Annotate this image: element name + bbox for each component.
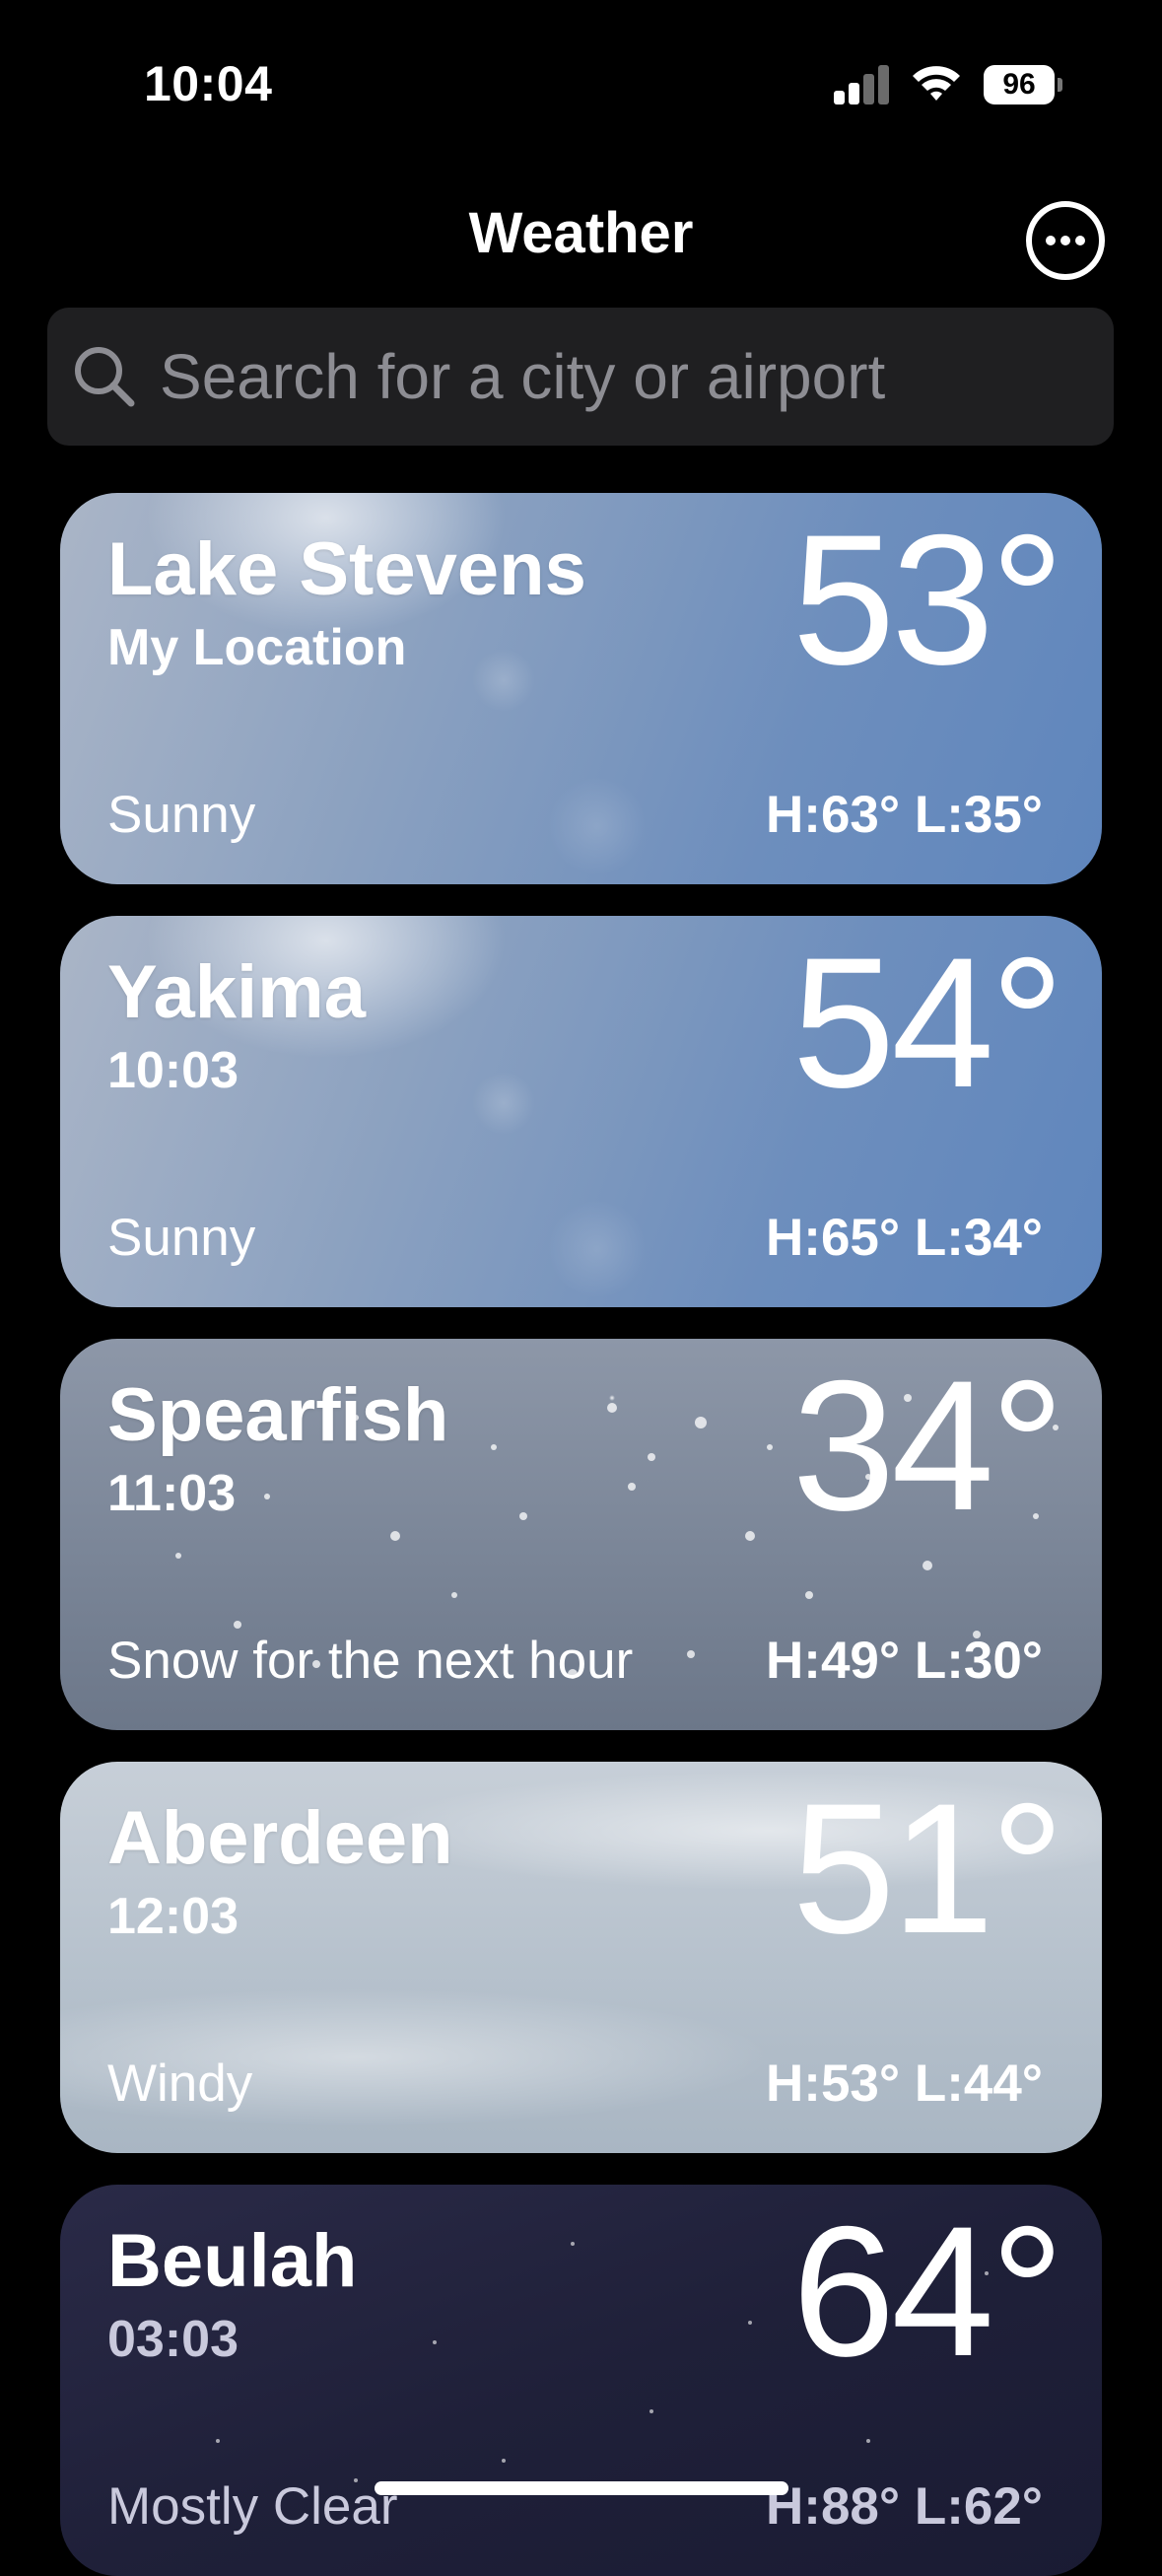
search-icon [75, 347, 135, 407]
battery-level: 96 [984, 65, 1055, 104]
current-temperature: 53° [791, 496, 1064, 703]
weather-condition: Mostly Clear [107, 2477, 398, 2536]
current-temperature: 34° [791, 1342, 1064, 1549]
cellular-signal-icon [834, 65, 891, 104]
weather-condition: Sunny [107, 1209, 256, 1267]
location-card-yakima[interactable]: Yakima 10:03 54° Sunny H:65° L:34° [60, 916, 1102, 1307]
current-temperature: 54° [791, 919, 1064, 1126]
location-local-time: 10:03 [107, 1042, 239, 1099]
location-city: Yakima [107, 950, 366, 1034]
location-local-time: 03:03 [107, 2311, 239, 2368]
current-temperature: 64° [791, 2188, 1064, 2395]
location-local-time: 11:03 [107, 1465, 237, 1522]
status-bar: 10:04 96 [0, 0, 1162, 168]
weather-condition: Sunny [107, 786, 256, 844]
location-local-time: 12:03 [107, 1888, 239, 1945]
search-bar[interactable] [47, 308, 1114, 446]
location-subtitle: My Location [107, 619, 407, 676]
battery-icon: 96 [984, 65, 1062, 104]
high-low-temperature: H:63° L:35° [766, 786, 1043, 844]
location-card-beulah[interactable]: Beulah 03:03 64° Mostly Clear H:88° L:62… [60, 2185, 1102, 2576]
high-low-temperature: H:65° L:34° [766, 1209, 1043, 1267]
current-temperature: 51° [791, 1765, 1064, 1972]
weather-condition: Windy [107, 2054, 253, 2113]
location-city: Lake Stevens [107, 527, 586, 611]
status-time: 10:04 [144, 56, 273, 111]
wifi-icon [911, 61, 962, 104]
location-city: Aberdeen [107, 1796, 453, 1880]
location-card-aberdeen[interactable]: Aberdeen 12:03 51° Windy H:53° L:44° [60, 1762, 1102, 2153]
location-card-lake-stevens[interactable]: Lake Stevens My Location 53° Sunny H:63°… [60, 493, 1102, 884]
weather-condition: Snow for the next hour [107, 1632, 634, 1690]
more-options-button[interactable] [1026, 201, 1105, 280]
location-city: Beulah [107, 2219, 358, 2303]
location-city: Spearfish [107, 1373, 449, 1457]
search-input[interactable] [160, 308, 1086, 446]
home-indicator[interactable] [375, 2481, 788, 2495]
high-low-temperature: H:53° L:44° [766, 2054, 1043, 2113]
location-card-spearfish[interactable]: Spearfish 11:03 34° Snow for the next ho… [60, 1339, 1102, 1730]
high-low-temperature: H:88° L:62° [766, 2477, 1043, 2536]
high-low-temperature: H:49° L:30° [766, 1632, 1043, 1690]
page-title: Weather [468, 201, 694, 265]
